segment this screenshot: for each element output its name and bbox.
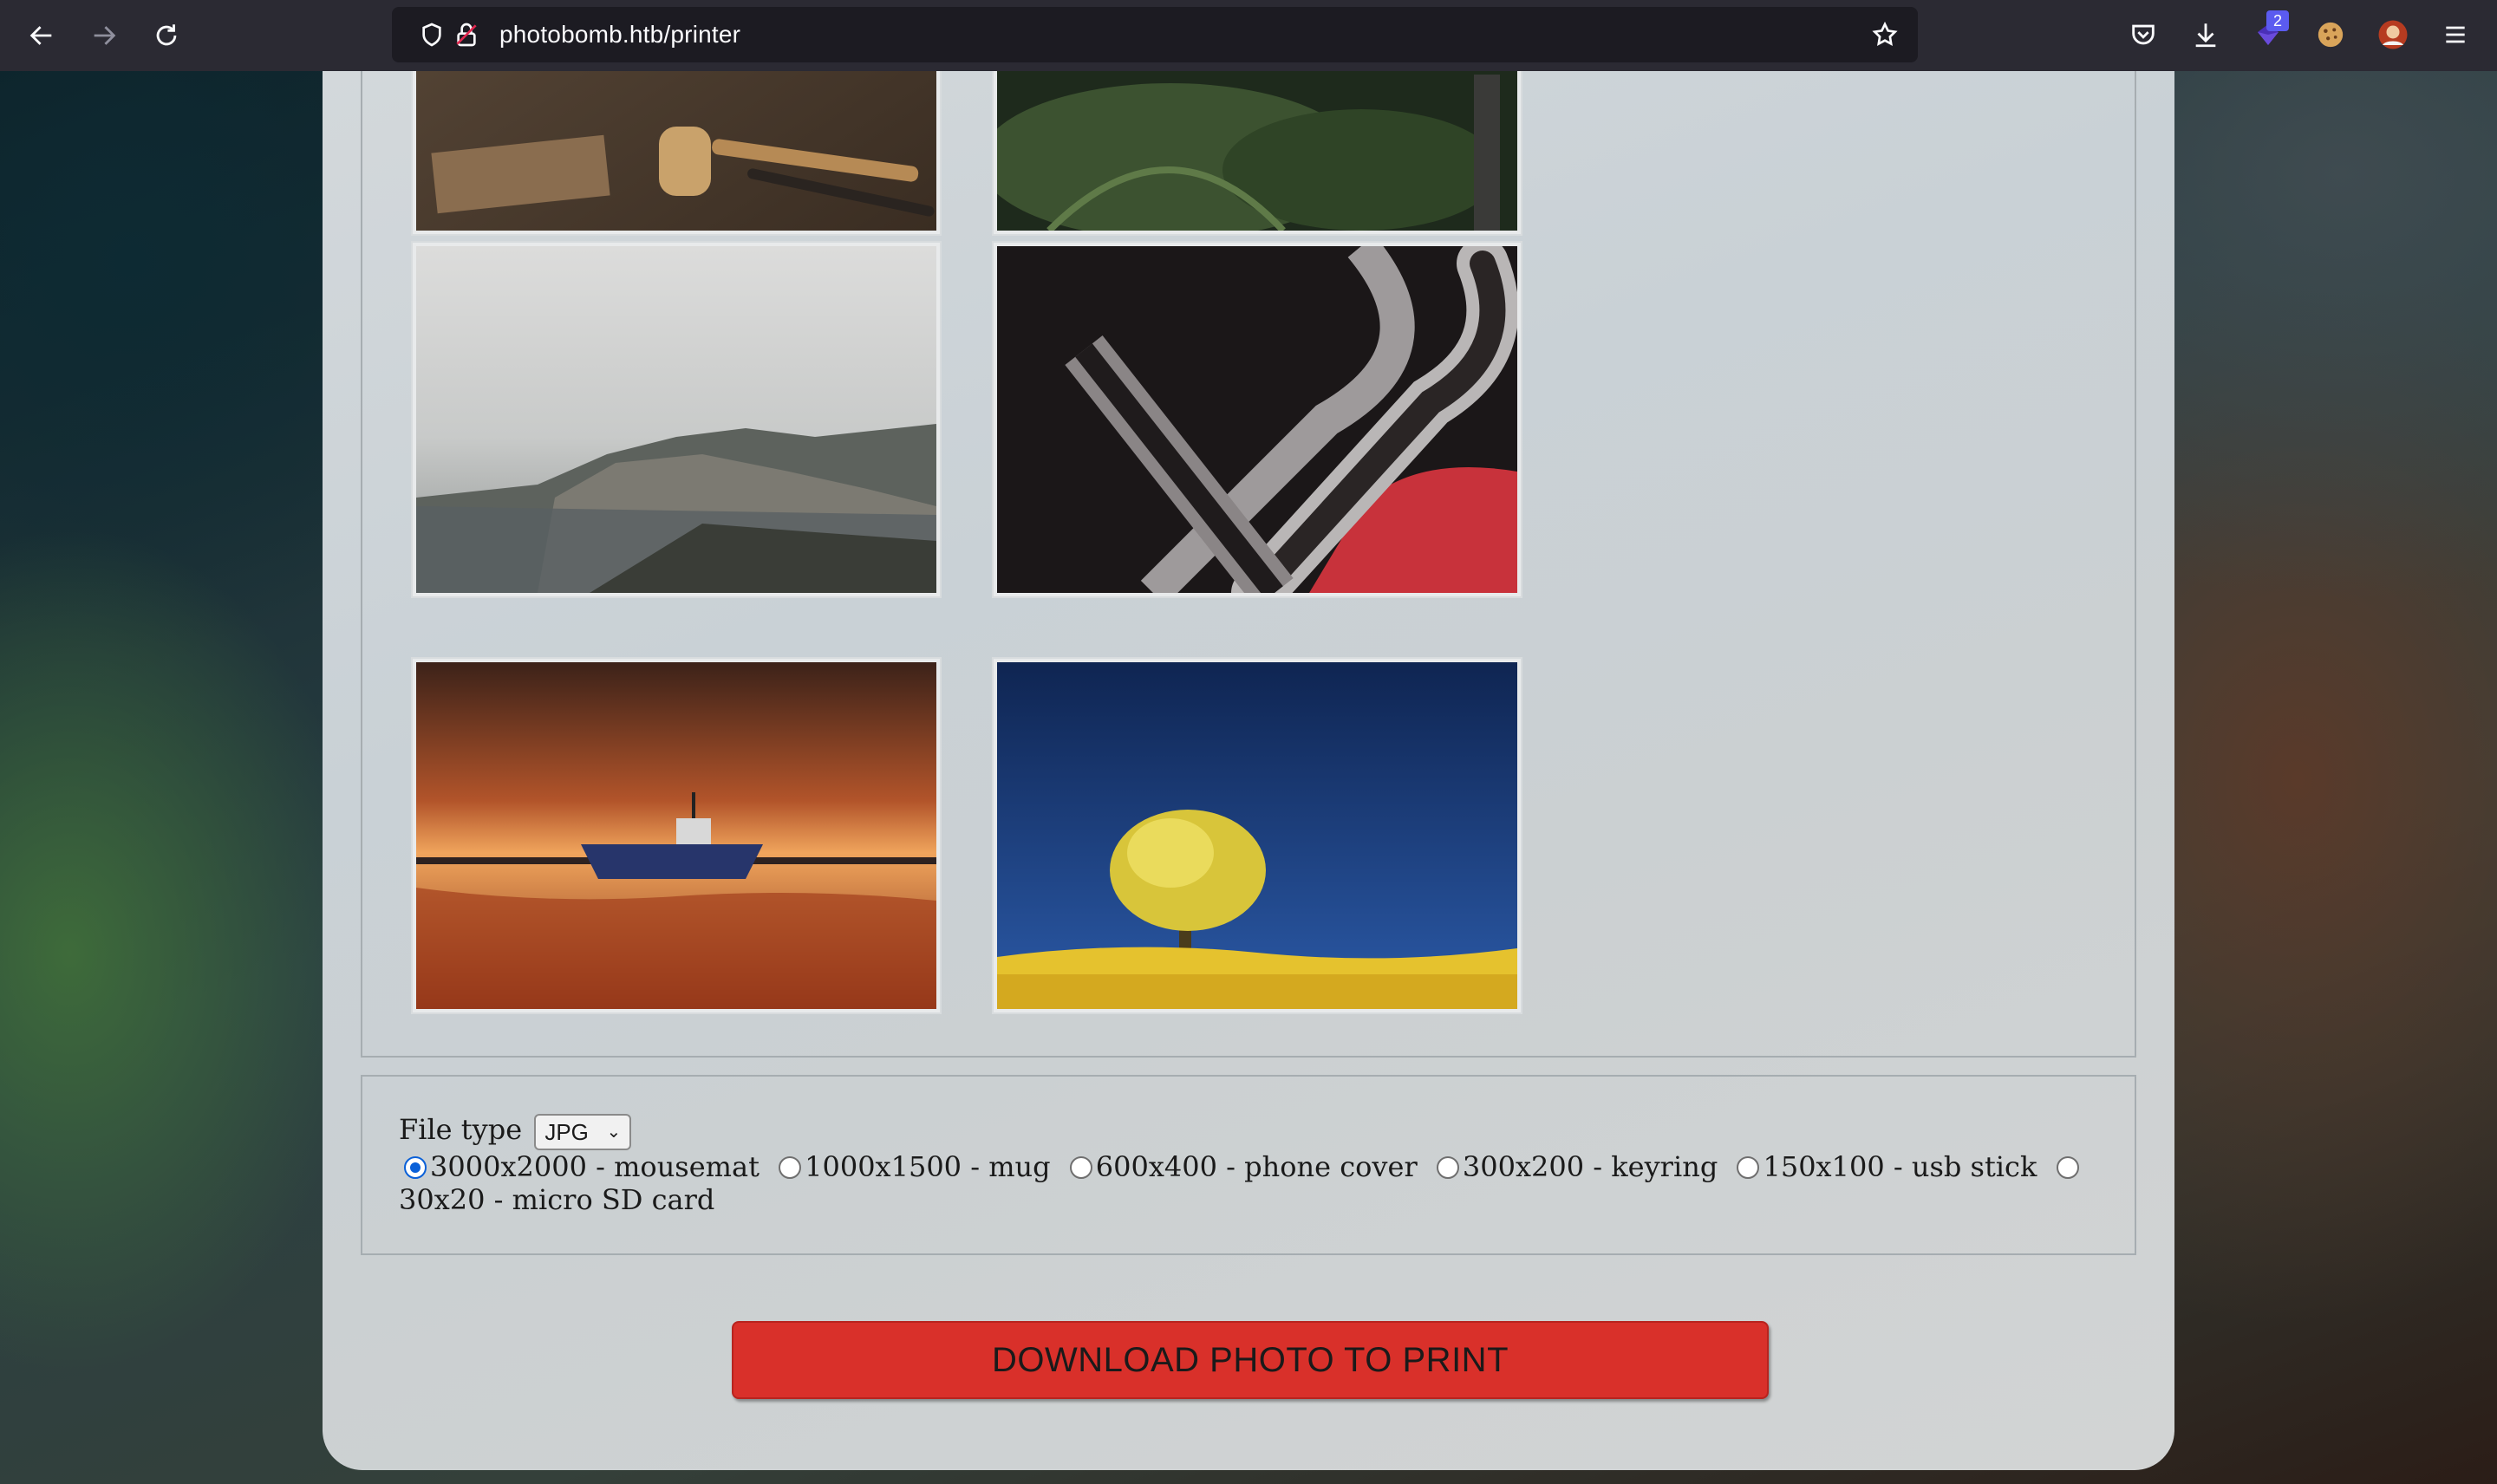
pocket-icon[interactable] [2126, 17, 2161, 52]
file-type-select[interactable]: JPG ⌄ [534, 1113, 632, 1150]
shield-icon[interactable] [418, 21, 446, 49]
browser-toolbar: photobomb.htb/printer 2 [0, 0, 2497, 71]
menu-icon[interactable] [2438, 17, 2473, 52]
size-label: 1000x1500 - mug [805, 1149, 1051, 1183]
cookie-icon[interactable] [2313, 17, 2348, 52]
printer-card: File type JPG ⌄ 3000x2000 - mousemat 1000… [323, 71, 2174, 1470]
url-text[interactable]: photobomb.htb/printer [499, 21, 740, 49]
size-radio-mug[interactable] [779, 1155, 802, 1179]
lock-icon[interactable] [453, 21, 480, 49]
chevron-down-icon: ⌄ [606, 1122, 622, 1142]
ferns-photo[interactable] [992, 71, 1522, 236]
size-label: 150x100 - usb stick [1763, 1149, 2037, 1183]
boat-sunset-photo[interactable] [411, 657, 942, 1014]
download-photo-button[interactable]: DOWNLOAD PHOTO TO PRINT [732, 1321, 1769, 1399]
forward-icon[interactable] [83, 15, 125, 56]
size-radio-phone-cover[interactable] [1069, 1155, 1092, 1179]
back-icon[interactable] [21, 15, 62, 56]
chrome-curves-photo[interactable] [992, 241, 1522, 598]
file-type-label: File type [399, 1113, 523, 1146]
star-icon[interactable] [1871, 21, 1899, 49]
reload-icon[interactable] [146, 15, 187, 56]
url-bar[interactable]: photobomb.htb/printer [392, 7, 1918, 62]
photo-gallery [361, 71, 2136, 1058]
extension-badge: 2 [2266, 10, 2289, 31]
download-icon[interactable] [2188, 17, 2223, 52]
avatar-icon[interactable] [2376, 17, 2410, 52]
yellow-tree-photo[interactable] [992, 657, 1522, 1014]
size-radio-usb-stick[interactable] [1737, 1155, 1760, 1179]
print-options: File type JPG ⌄ 3000x2000 - mousemat 1000… [361, 1075, 2136, 1255]
size-radio-keyring[interactable] [1436, 1155, 1459, 1179]
options-form: File type JPG ⌄ 3000x2000 - mousemat 1000… [399, 1113, 2098, 1216]
size-radio-micro-sd[interactable] [2056, 1155, 2079, 1179]
size-label: 30x20 - micro SD card [399, 1182, 715, 1216]
wood-tools-photo[interactable] [411, 71, 942, 236]
size-label: 3000x2000 - mousemat [430, 1149, 760, 1183]
file-type-value: JPG [544, 1118, 589, 1145]
foggy-coast-photo[interactable] [411, 241, 942, 598]
size-radio-mousemat[interactable] [404, 1155, 427, 1179]
size-label: 300x200 - keyring [1462, 1149, 1718, 1183]
size-label: 600x400 - phone cover [1095, 1149, 1418, 1183]
